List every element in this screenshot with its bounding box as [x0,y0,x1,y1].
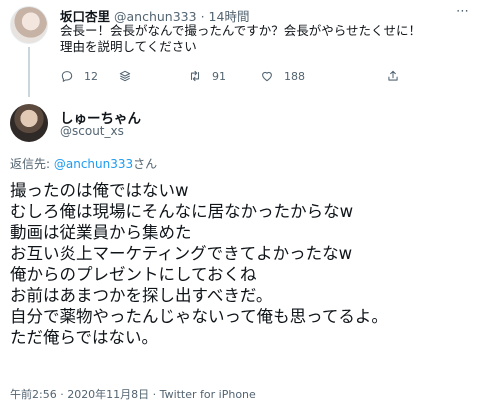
avatar[interactable] [10,104,48,142]
tweet-text: 会長ー！会長がなんで撮ったんですか？会長がやらせたくせに！ 理由を説明してくださ… [60,23,460,55]
parent-tweet[interactable]: 坂口杏里 @anchun333 · 14時間 ⋯ 会長ー！会長がなんで撮ったんで… [0,0,480,97]
tweet-text-line: ただ俺らではない。 [10,328,159,347]
user-handle[interactable]: @scout_xs [60,124,124,138]
replying-to-label: 返信先: [10,157,54,171]
mention-link[interactable]: @anchun333 [54,157,133,171]
thread-connector-line [28,47,30,97]
tweet-text-line: 俺からのプレゼントにしておくね [10,265,257,284]
tweet-metadata[interactable]: 午前2:56 · 2020年11月8日 · Twitter for iPhone [10,386,256,402]
tweet-text-line: むしろ俺は現場にそんなに居なかったからなw [10,202,354,221]
tweet-text: 撮ったのは俺ではないw むしろ俺は現場にそんなに居なかったからなw 動画は従業員… [10,180,470,348]
tweet-text-line: 自分で薬物やったんじゃないって俺も思ってるよ。 [10,307,388,326]
retweet-button[interactable]: 91 [188,68,226,84]
like-count: 188 [284,69,305,83]
reply-count: 12 [84,69,98,83]
tweet-text-line: 理由を説明してください [60,39,197,54]
avatar[interactable] [10,6,48,44]
action-bar: 12 91 188 [60,68,420,84]
retweet-count: 91 [212,69,226,83]
replying-to: 返信先: @anchun333さん [10,155,157,172]
reply-button[interactable]: 12 [60,68,98,84]
share-icon [388,70,398,81]
share-button[interactable] [386,68,400,84]
stack-button[interactable] [118,68,132,84]
reply-icon [61,71,73,83]
retweet-icon [190,70,200,82]
tweet-text-line: 撮ったのは俺ではないw [10,181,189,200]
separator-dot: · [200,9,205,24]
tweet-text-line: 動画は従業員から集めた [10,223,192,242]
timestamp[interactable]: 14時間 [209,9,250,24]
tweet-text-line: お互い炎上マーケティングできてよかったなw [10,244,353,263]
tweet-text-line: 会長ー！会長がなんで撮ったんですか？会長がやらせたくせに！ [60,23,422,38]
heart-icon [262,71,272,82]
honorific: さん [133,157,158,171]
more-options-icon[interactable]: ⋯ [456,4,470,19]
layers-icon [119,70,131,82]
display-name[interactable]: 坂口杏里 [60,9,110,24]
tweet-text-line: お前はあまつかを探し出すべきだ。 [10,286,273,305]
like-button[interactable]: 188 [260,68,305,84]
user-handle[interactable]: @anchun333 [114,9,197,24]
